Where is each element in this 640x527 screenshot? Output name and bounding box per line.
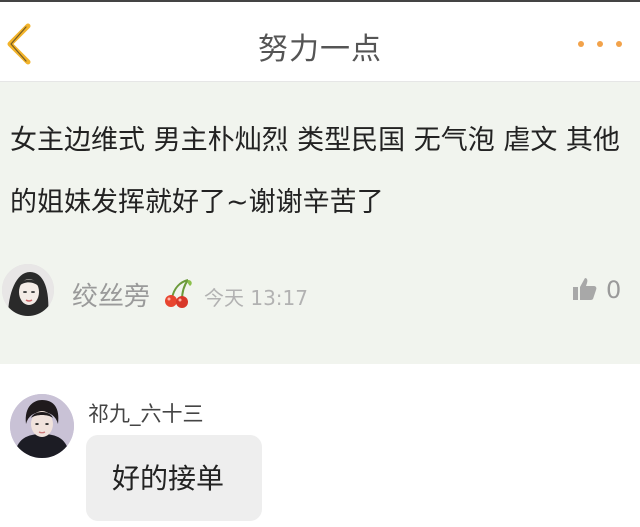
avatar[interactable] [10, 394, 74, 458]
page-title: 努力一点 [258, 32, 382, 67]
more-dots-icon[interactable] [578, 36, 622, 52]
avatar[interactable] [2, 264, 54, 316]
reply-message: 好的接单 [112, 462, 225, 495]
top-nav-bar: 努力一点 [0, 0, 640, 82]
post-meta: 绞丝旁 今天 13:17 0 [0, 262, 640, 322]
cherry-icon [165, 279, 192, 308]
post-content: 女主边维式 男主朴灿烈 类型民国 无气泡 虐文 其他的姐妹发挥就好了~谢谢辛苦了 [10, 125, 620, 218]
post-time: 今天 13:17 [204, 286, 308, 310]
reply-author[interactable]: 祁九_六十三 [88, 398, 204, 428]
reply-bubble: 好的接单 [86, 435, 262, 521]
thumbs-up-icon[interactable] [572, 276, 598, 302]
reply-item: 祁九_六十三 好的接单 [0, 364, 640, 527]
post-card: 女主边维式 男主朴灿烈 类型民国 无气泡 虐文 其他的姐妹发挥就好了~谢谢辛苦了… [0, 82, 640, 364]
post-author[interactable]: 绞丝旁 [72, 276, 150, 313]
like-count: 0 [606, 276, 622, 304]
